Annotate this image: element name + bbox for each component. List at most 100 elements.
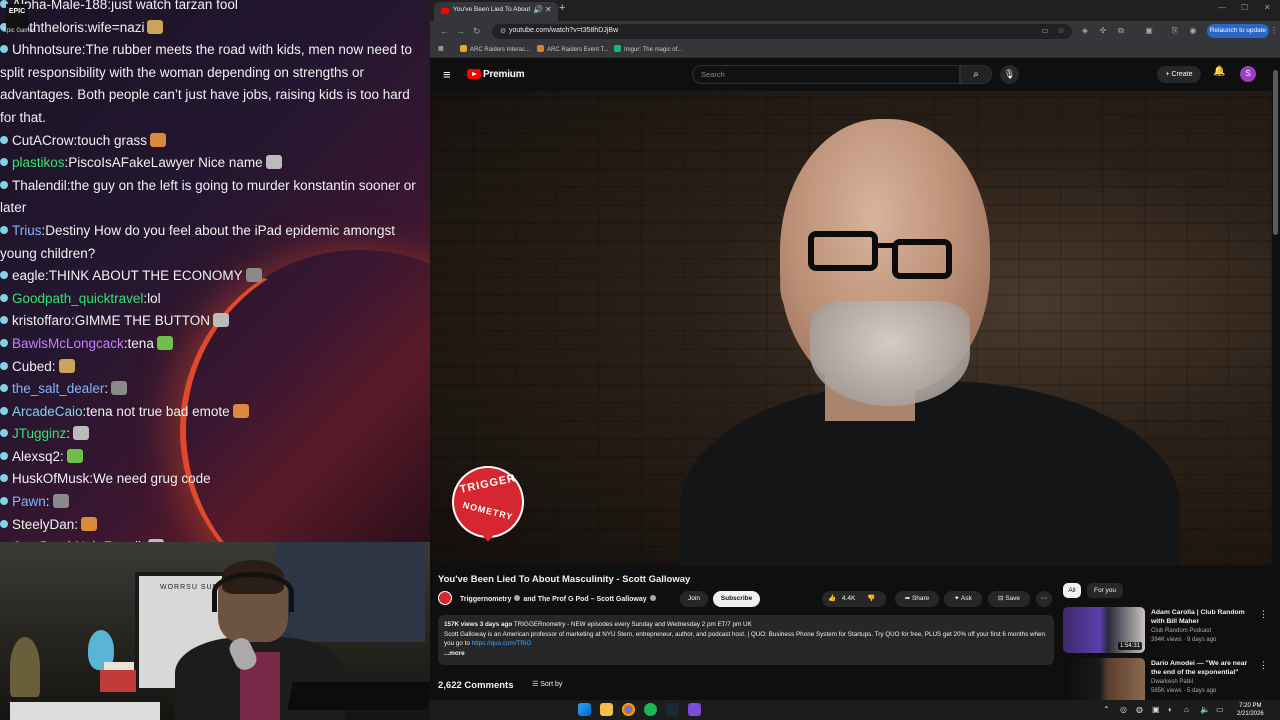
recommended-title[interactable]: Adam Carolla | Club Random with Bill Mah… xyxy=(1151,608,1256,626)
account-avatar[interactable]: S xyxy=(1240,66,1256,82)
chat-username[interactable]: the_salt_dealer xyxy=(12,381,104,396)
more-options-icon[interactable]: ⋮ xyxy=(1259,609,1268,620)
tray-chevron-icon[interactable]: ⌃ xyxy=(1103,705,1110,714)
chat-username[interactable]: JTugginz xyxy=(12,426,66,441)
menu-kebab-icon[interactable]: ⋮ xyxy=(1269,26,1279,36)
reload-icon[interactable]: ↻ xyxy=(473,26,481,37)
recommended-channel[interactable]: Club Random Podcast xyxy=(1151,628,1211,634)
recommended-title[interactable]: Dario Amodei — "We are near the end of t… xyxy=(1151,659,1256,677)
youtube-logo-icon[interactable] xyxy=(467,69,481,79)
tray-app-icon-4[interactable]: ◐ xyxy=(1168,705,1173,714)
battery-icon[interactable]: ▭ xyxy=(1216,705,1224,714)
subscribe-button[interactable]: Subscribe xyxy=(713,591,760,607)
chip-all[interactable]: All xyxy=(1063,583,1081,598)
recommended-video[interactable]: 1:54:31 Adam Carolla | Club Random with … xyxy=(1063,607,1273,657)
bookmark-arc-raiders-interactive[interactable]: ARC Raiders Interac... xyxy=(460,45,530,53)
create-button[interactable]: + Create xyxy=(1157,66,1201,83)
relaunch-button[interactable]: Relaunch to update xyxy=(1207,24,1269,38)
chat-username[interactable]: kristoffaro xyxy=(12,313,71,328)
network-icon[interactable]: ⌂ xyxy=(1184,705,1189,714)
close-window-icon[interactable]: ✕ xyxy=(1264,3,1271,12)
windows-start-icon[interactable] xyxy=(578,703,591,716)
chat-username[interactable]: Thalendil xyxy=(12,178,67,193)
recommended-video[interactable]: Dario Amodei — "We are near the end of t… xyxy=(1063,658,1273,700)
notifications-bell-icon[interactable]: 🔔 xyxy=(1213,66,1225,77)
system-clock[interactable]: 7:20 PM 2/21/2026 xyxy=(1237,702,1264,718)
tray-app-icon-3[interactable]: ▣ xyxy=(1152,705,1160,714)
chat-username[interactable]: Alexsq2 xyxy=(12,449,60,464)
hamburger-menu-icon[interactable]: ≡ xyxy=(443,67,451,82)
forward-icon[interactable]: → xyxy=(456,26,465,36)
chat-username[interactable]: Pawn xyxy=(12,494,46,509)
ask-button[interactable]: ✦ Ask xyxy=(944,591,982,607)
chat-username[interactable]: ArcadeCaio xyxy=(12,404,83,419)
video-player[interactable]: TRIGGER NOMETRY xyxy=(430,91,1280,566)
save-button[interactable]: ⊟ Save xyxy=(988,591,1030,607)
chat-username[interactable]: SteelyDan xyxy=(12,517,74,532)
share-button[interactable]: ➦ Share xyxy=(895,591,939,607)
chat-username[interactable]: HuskOfMusk xyxy=(12,471,89,486)
extension-icon[interactable]: ◈ xyxy=(1080,26,1090,36)
chat-username[interactable]: CutACrow xyxy=(12,133,74,148)
speaker-icon[interactable]: 🔊 xyxy=(533,5,543,14)
new-tab-icon[interactable]: + xyxy=(559,2,565,14)
chat-username[interactable]: Cubed xyxy=(12,359,52,374)
like-icon[interactable]: 👍 xyxy=(828,595,836,602)
maximize-icon[interactable]: ☐ xyxy=(1241,3,1248,12)
chat-username[interactable]: Goodpath_quicktravel xyxy=(12,291,143,306)
address-bar[interactable]: ⚙ youtube.com/watch?v=t358hDJjBw xyxy=(492,24,1072,39)
close-tab-icon[interactable]: ✕ xyxy=(545,5,552,14)
chat-username[interactable]: Trius xyxy=(12,223,42,238)
video-description[interactable]: 157K views 3 days ago TRIGGERnometry - N… xyxy=(438,615,1054,665)
tab-search-icon[interactable]: ⎘ xyxy=(1170,26,1180,36)
more-options-icon[interactable]: ⋮ xyxy=(1259,660,1268,671)
media-icon[interactable]: ▣ xyxy=(1144,26,1154,36)
bookmark-label: ARC Raiders Event T... xyxy=(547,47,609,53)
join-button[interactable]: Join xyxy=(680,591,708,607)
bookmark-star-icon[interactable]: ☆ xyxy=(1056,26,1066,36)
youtube-premium-brand[interactable]: Premium xyxy=(483,69,525,80)
channel-avatar[interactable] xyxy=(438,591,452,605)
bookmark-imgur[interactable]: Imgur: The magic of... xyxy=(614,45,682,53)
collab-channel[interactable]: and The Prof G Pod – Scott Galloway xyxy=(523,596,646,603)
bookmark-arc-raiders-event[interactable]: ARC Raiders Event T... xyxy=(537,45,609,53)
chat-username[interactable]: eagle xyxy=(12,268,45,283)
channel-name[interactable]: Triggernometry xyxy=(460,596,511,603)
description-link[interactable]: https://quo.com/TRIG xyxy=(472,640,532,647)
minimize-icon[interactable]: — xyxy=(1218,3,1226,12)
chrome-icon[interactable] xyxy=(622,703,635,716)
apps-grid-icon[interactable]: ▦ xyxy=(438,45,444,52)
voice-search-button[interactable]: 🎙 xyxy=(1000,65,1019,84)
chat-username[interactable]: plastikos xyxy=(12,155,65,170)
spotify-icon[interactable] xyxy=(644,703,657,716)
install-icon[interactable]: ▭ xyxy=(1040,26,1050,36)
tray-app-icon-2[interactable]: ◍ xyxy=(1136,705,1143,714)
profile-icon[interactable]: ◉ xyxy=(1188,26,1198,36)
dislike-icon[interactable]: 👎 xyxy=(867,595,875,602)
channel-names[interactable]: Triggernometry and The Prof G Pod – Scott… xyxy=(460,595,659,603)
site-info-icon[interactable]: ⚙ xyxy=(500,27,506,35)
steam-icon[interactable] xyxy=(666,703,679,716)
chat-emote-icon xyxy=(232,403,249,418)
more-actions-button[interactable]: ⋯ xyxy=(1036,591,1052,607)
obs-icon[interactable] xyxy=(688,703,701,716)
video-thumbnail[interactable] xyxy=(1063,658,1145,700)
chat-username[interactable]: BawlsMcLongcack xyxy=(12,336,124,351)
extensions-puzzle-icon[interactable]: ⧉ xyxy=(1116,26,1126,36)
like-count[interactable]: 4.4K xyxy=(842,595,855,602)
chat-username[interactable]: Uhhnotsure xyxy=(12,42,82,57)
show-more-link[interactable]: ...more xyxy=(444,649,1048,659)
sort-comments-button[interactable]: ☰ Sort by xyxy=(532,680,562,688)
tray-app-icon[interactable]: ◎ xyxy=(1120,705,1127,714)
recommended-channel[interactable]: Dwarkesh Patel xyxy=(1151,679,1193,685)
back-icon[interactable]: ← xyxy=(440,26,449,36)
video-thumbnail[interactable]: 1:54:31 xyxy=(1063,607,1145,653)
extension-icon-2[interactable]: ✣ xyxy=(1098,26,1108,36)
search-button[interactable]: ⌕ xyxy=(960,65,992,84)
scrollbar-thumb[interactable] xyxy=(1273,70,1278,235)
chip-for-you[interactable]: For you xyxy=(1087,583,1123,598)
search-input[interactable]: Search xyxy=(692,65,960,84)
volume-icon[interactable]: 🔈 xyxy=(1200,705,1210,714)
tab-youtube[interactable]: You've Been Lied To About 🔊 ✕ xyxy=(434,2,558,21)
file-explorer-icon[interactable] xyxy=(600,703,613,716)
